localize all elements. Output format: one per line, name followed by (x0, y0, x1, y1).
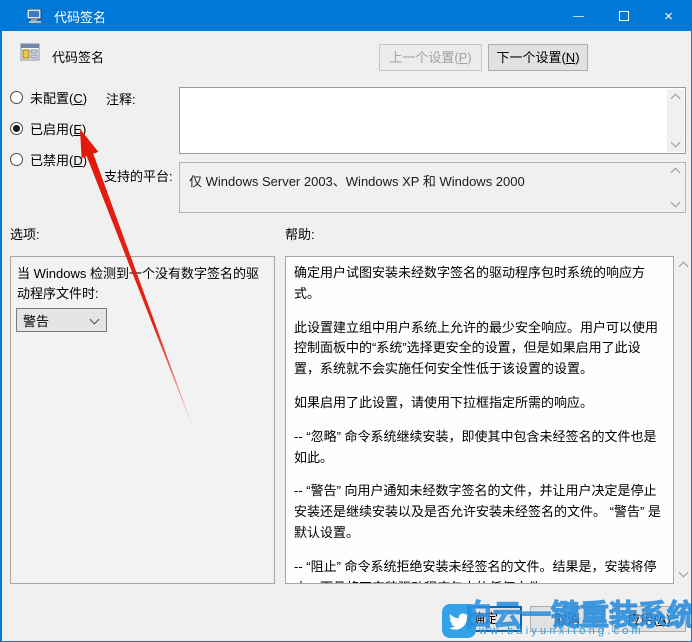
comment-scrollbar[interactable] (667, 89, 684, 152)
radio-circle-selected (10, 121, 23, 135)
platform-scrollbar[interactable] (667, 164, 684, 211)
scroll-down-icon[interactable] (670, 137, 681, 148)
radio-circle (10, 152, 23, 166)
computer-icon (27, 8, 42, 23)
help-scroll-down-icon[interactable] (678, 567, 689, 578)
radio-enabled[interactable]: 已启用(E) (10, 119, 86, 137)
title-bar: 代码签名 × (2, 1, 691, 31)
help-paragraph: 确定用户试图安装未经数字签名的驱动程序包时系统的响应方式。 (294, 265, 646, 301)
dropdown-value: 警告 (23, 313, 50, 329)
previous-setting-button[interactable]: 上一个设置(P) (379, 44, 482, 71)
page-title: 代码签名 (52, 50, 105, 65)
maximize-button[interactable] (601, 1, 646, 31)
radio-label: 已启用(E) (30, 121, 87, 137)
radio-disabled[interactable]: 已禁用(D) (10, 150, 87, 168)
help-paragraph: -- “忽略” 命令系统继续安装，即使其中包含未经签名的文件也是如此。 (294, 428, 657, 465)
minimize-icon (573, 15, 584, 17)
options-label: 选项: (10, 227, 40, 242)
scroll-down-icon[interactable] (670, 197, 681, 208)
maximize-icon (618, 11, 629, 21)
radio-label: 已禁用(D) (30, 152, 88, 168)
unsigned-driver-response-dropdown[interactable]: 警告 (16, 308, 107, 332)
help-paragraph: 如果启用了此设置，请使用下拉框指定所需的响应。 (294, 394, 594, 410)
radio-label: 未配置(C) (30, 90, 88, 106)
supported-platforms-box: 仅 Windows Server 2003、Windows XP 和 Windo… (179, 162, 686, 213)
apply-button[interactable]: 应用(A) (612, 606, 686, 632)
close-button[interactable]: × (646, 1, 691, 31)
comment-textarea[interactable] (179, 87, 686, 154)
scroll-up-icon[interactable] (670, 167, 681, 178)
platform-label: 支持的平台: (104, 169, 173, 184)
radio-not-configured[interactable]: 未配置(C) (10, 88, 87, 106)
minimize-button[interactable] (556, 1, 601, 31)
help-paragraph: -- “阻止” 命令系统拒绝安装未经签名的文件。结果是，安装将停止，而且将不安装… (294, 558, 657, 583)
chevron-down-icon (89, 314, 100, 325)
help-scroll-up-icon[interactable] (678, 261, 689, 272)
code-signing-dialog: 代码签名 × 代码签名 上一个设置(P) 下一个设置(N) 未配置(C) 已启用… (0, 0, 692, 642)
radio-circle (10, 90, 23, 104)
help-text: 确定用户试图安装未经数字签名的驱动程序包时系统的响应方式。 此设置建立组中用户系… (286, 257, 673, 583)
options-prompt: 当 Windows 检测到一个没有数字签名的驱动程序文件时: (17, 266, 259, 302)
ok-button[interactable]: 确定 (448, 606, 522, 632)
supported-platforms-text: 仅 Windows Server 2003、Windows XP 和 Windo… (189, 174, 525, 189)
help-paragraph: -- “警告” 向用户通知未经数字签名的文件，并让用户决定是停止安装还是继续安装… (294, 483, 661, 540)
options-panel: 当 Windows 检测到一个没有数字签名的驱动程序文件时: 警告 (10, 256, 275, 584)
help-paragraph: 此设置建立组中用户系统上允许的最少安全响应。用户可以使用控制面板中的“系统”选择… (294, 319, 659, 377)
comment-label: 注释: (106, 92, 136, 107)
policy-setting-icon (20, 43, 40, 61)
help-label: 帮助: (285, 227, 315, 242)
window-title: 代码签名 (54, 9, 107, 25)
help-panel: 确定用户试图安装未经数字签名的驱动程序包时系统的响应方式。 此设置建立组中用户系… (285, 256, 674, 584)
cancel-button[interactable]: 取消 (530, 606, 604, 632)
scroll-up-icon[interactable] (670, 93, 681, 104)
next-setting-button[interactable]: 下一个设置(N) (488, 44, 588, 71)
close-icon: × (664, 7, 673, 25)
